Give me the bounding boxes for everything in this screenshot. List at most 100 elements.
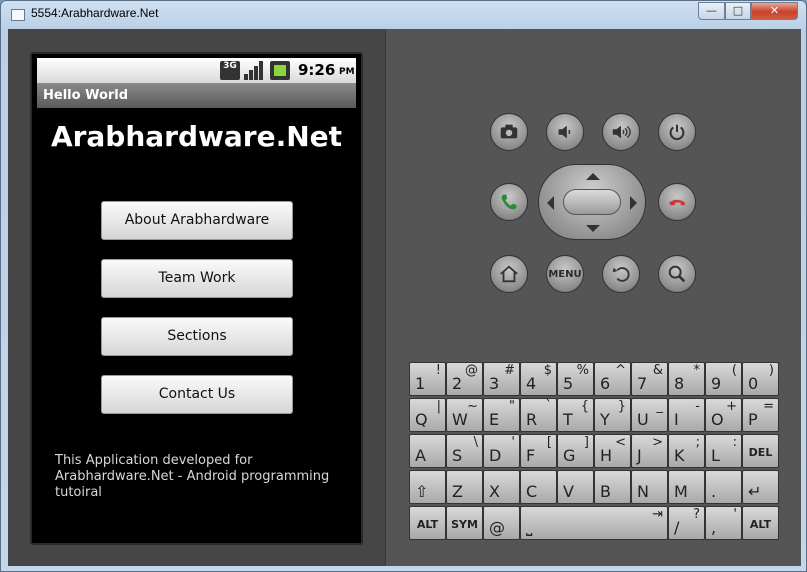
key-R[interactable]: R ` — [520, 398, 557, 432]
key-5[interactable]: 5% — [557, 362, 594, 396]
key-2-label: 2 — [452, 374, 463, 393]
key-J[interactable]: J > — [631, 434, 668, 468]
key-R-alt-label: ` — [545, 399, 553, 414]
key-0-label: 0 — [748, 374, 759, 393]
slash-key[interactable]: /? — [668, 506, 705, 540]
shift-key[interactable]: ⇧ — [409, 470, 446, 504]
battery-icon — [270, 61, 290, 80]
key-Y[interactable]: Y} — [594, 398, 631, 432]
key-C[interactable]: C — [520, 470, 557, 504]
sym-key-label: SYM — [451, 518, 478, 531]
volume-up-button[interactable] — [602, 113, 640, 151]
alt-left-key-label: ALT — [416, 518, 439, 531]
phone-screen[interactable]: 3G 9:26 PM Hello World Arabhardware.Net … — [30, 52, 363, 545]
key-T[interactable]: T{ — [557, 398, 594, 432]
key-4[interactable]: 4 $ — [520, 362, 557, 396]
key-N-label: N — [637, 482, 649, 501]
key-9[interactable]: 9( — [705, 362, 742, 396]
key-G-alt-label: ] — [583, 435, 589, 450]
key-Q[interactable]: Q | — [409, 398, 446, 432]
emulator-client: 3G 9:26 PM Hello World Arabhardware.Net … — [8, 29, 801, 566]
alt-right-key[interactable]: ALT — [742, 506, 779, 540]
key-L[interactable]: L: — [705, 434, 742, 468]
camera-icon — [500, 124, 518, 139]
key-O-alt-label: + — [726, 399, 737, 414]
key-Y-alt-label: } — [617, 399, 626, 414]
comma-key[interactable]: , ' — [705, 506, 742, 540]
maximize-button[interactable]: □ — [725, 2, 751, 20]
power-button[interactable] — [658, 113, 696, 151]
key-1[interactable]: 1! — [409, 362, 446, 396]
key-V[interactable]: V — [557, 470, 594, 504]
key-X[interactable]: X — [483, 470, 520, 504]
key-I[interactable]: I- — [668, 398, 705, 432]
key-3[interactable]: 3 # — [483, 362, 520, 396]
clock-ampm: PM — [339, 67, 355, 77]
dpad-up-icon[interactable] — [586, 173, 600, 180]
volume-down-button[interactable] — [546, 113, 584, 151]
at-key[interactable]: @ — [483, 506, 520, 540]
space-key[interactable]: ⎵ ⇥ — [520, 506, 668, 540]
close-button[interactable]: ✕ — [751, 2, 798, 20]
back-button[interactable] — [602, 255, 640, 293]
key-W[interactable]: W ~ — [446, 398, 483, 432]
key-6[interactable]: 6 ^ — [594, 362, 631, 396]
menu-button[interactable]: MENU — [546, 255, 584, 293]
key-D[interactable]: D ' — [483, 434, 520, 468]
key-7-alt-label: & — [652, 363, 663, 378]
key-N[interactable]: N — [631, 470, 668, 504]
contact-us-button[interactable]: Contact Us — [101, 375, 293, 414]
dpad-left-icon[interactable] — [547, 196, 554, 210]
key-0[interactable]: 0) — [742, 362, 779, 396]
end-call-button[interactable] — [658, 183, 696, 221]
search-button[interactable] — [658, 255, 696, 293]
key-W-label: W — [452, 410, 468, 429]
key-E[interactable]: E " — [483, 398, 520, 432]
dpad[interactable] — [538, 164, 646, 240]
minimize-button[interactable]: — — [698, 2, 725, 20]
space-key-alt-label: ⇥ — [652, 507, 663, 522]
dpad-down-icon[interactable] — [586, 225, 600, 232]
alt-left-key[interactable]: ALT — [409, 506, 446, 540]
key-Z[interactable]: Z — [446, 470, 483, 504]
key-period-label: . — [711, 482, 717, 501]
keyboard: 1! 2 @3 #4 $5% 6 ^ 7 & 8 * 9(0) Q | W ~ E " R ` T{Y} U _ I - O + P =… — [409, 362, 779, 544]
dpad-center-button[interactable] — [563, 189, 621, 215]
key-E-alt-label: " — [509, 399, 515, 414]
key-P[interactable]: P = — [742, 398, 779, 432]
home-button[interactable] — [490, 255, 528, 293]
team-work-button[interactable]: Team Work — [101, 259, 293, 298]
key-0-alt-label: ) — [768, 363, 774, 378]
key-T-alt-label: { — [580, 399, 589, 414]
title-bar[interactable]: 5554:Arabhardware.Net — □ ✕ — [1, 1, 806, 29]
back-icon — [612, 267, 630, 282]
key-D-label: D — [489, 446, 502, 465]
key-7[interactable]: 7 & — [631, 362, 668, 396]
call-button[interactable] — [490, 183, 528, 221]
key-S[interactable]: S \ — [446, 434, 483, 468]
key-H[interactable]: H < — [594, 434, 631, 468]
key-K[interactable]: K; — [668, 434, 705, 468]
key-G[interactable]: G] — [557, 434, 594, 468]
sections-button[interactable]: Sections — [101, 317, 293, 356]
delete-key[interactable]: DEL — [742, 434, 779, 468]
key-F[interactable]: F[ — [520, 434, 557, 468]
key-E-label: E — [489, 410, 500, 429]
dpad-right-icon[interactable] — [630, 196, 637, 210]
key-O[interactable]: O + — [705, 398, 742, 432]
key-A[interactable]: A — [409, 434, 446, 468]
key-period[interactable]: . — [705, 470, 742, 504]
key-X-label: X — [489, 482, 500, 501]
key-8[interactable]: 8 * — [668, 362, 705, 396]
key-B[interactable]: B — [594, 470, 631, 504]
enter-key[interactable]: ↵ — [742, 470, 779, 504]
app-heading: Arabhardware.Net — [50, 120, 343, 153]
key-4-label: 4 — [526, 374, 537, 393]
key-M[interactable]: M — [668, 470, 705, 504]
key-2[interactable]: 2 @ — [446, 362, 483, 396]
key-U[interactable]: U _ — [631, 398, 668, 432]
key-G-label: G — [563, 446, 576, 465]
camera-button[interactable] — [490, 113, 528, 151]
sym-key[interactable]: SYM — [446, 506, 483, 540]
about-button[interactable]: About Arabhardware — [101, 201, 293, 240]
